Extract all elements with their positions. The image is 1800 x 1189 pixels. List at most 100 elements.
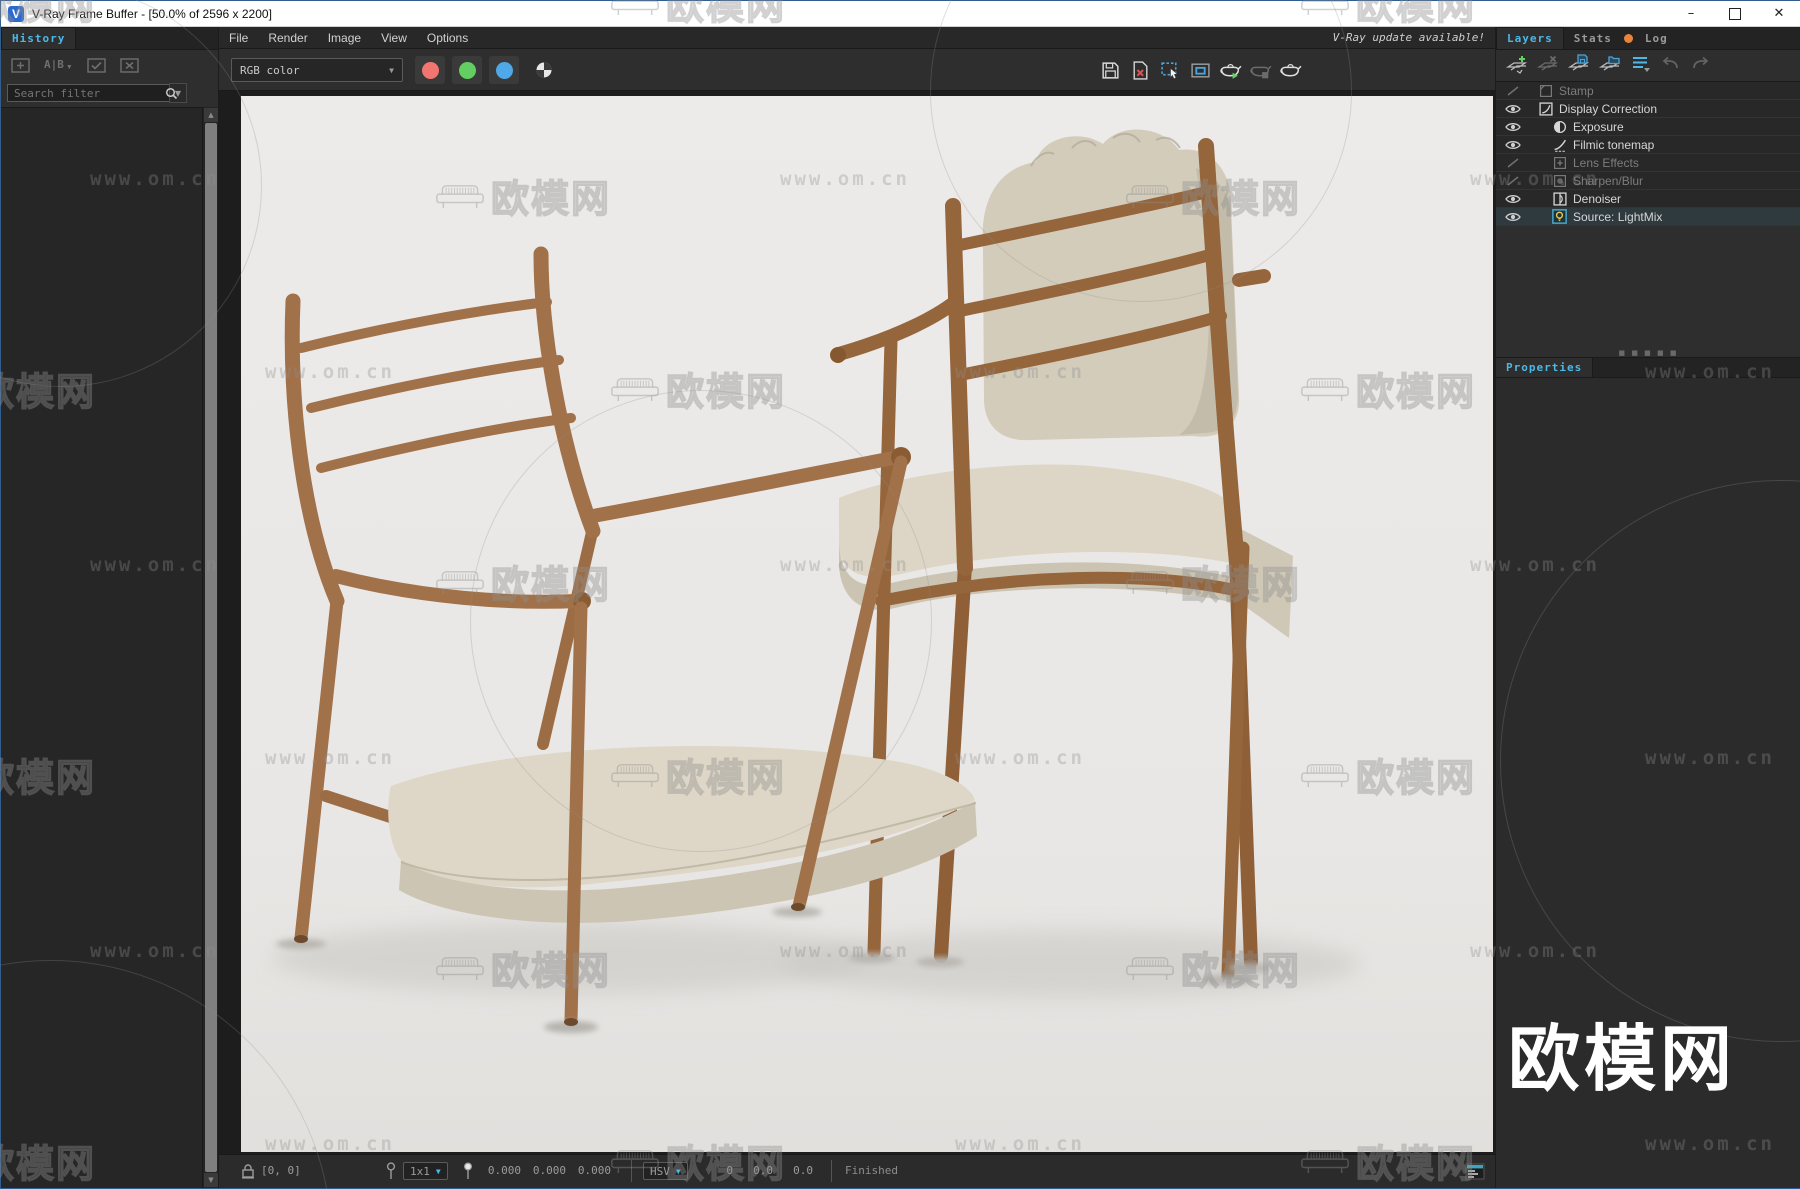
tab-log[interactable]: Log	[1635, 27, 1678, 49]
blue-channel-icon	[495, 61, 513, 79]
mono-channel-button[interactable]	[529, 56, 559, 84]
undo-icon[interactable]	[1661, 55, 1681, 73]
layer-row-lens-effects[interactable]: Lens Effects	[1496, 154, 1800, 172]
history-list[interactable]	[1, 107, 202, 1188]
visibility-eye-icon[interactable]	[1502, 211, 1524, 223]
history-save-button[interactable]	[11, 56, 30, 73]
tab-layers[interactable]: Layers	[1496, 27, 1564, 49]
blue-channel-button[interactable]	[489, 56, 519, 84]
layer-label: Lens Effects	[1573, 155, 1639, 170]
clear-image-button[interactable]	[1127, 57, 1153, 83]
layer-row-display-correction[interactable]: Display Correction	[1496, 100, 1800, 118]
visibility-eye-icon[interactable]	[1502, 193, 1524, 205]
vray-frame-buffer-window: V V-Ray Frame Buffer - [50.0% of 2596 x …	[0, 0, 1800, 1189]
save-image-button[interactable]	[1097, 57, 1123, 83]
color-value-h: 0	[726, 1164, 733, 1177]
scroll-up-button[interactable]: ▲	[204, 108, 218, 122]
history-set-a-button[interactable]	[87, 56, 106, 73]
pixel-value-g: 0.000	[532, 1164, 566, 1177]
layer-label: Denoiser	[1573, 191, 1622, 206]
maximize-button[interactable]	[1713, 1, 1757, 26]
stop-render-button[interactable]	[1277, 57, 1303, 83]
layer-presets-button[interactable]	[1630, 54, 1652, 74]
render-last-button[interactable]	[1217, 57, 1243, 83]
layer-row-filmic-tonemap[interactable]: Filmic tonemap	[1496, 136, 1800, 154]
visibility-disabled-icon[interactable]	[1502, 157, 1524, 169]
menu-item-render[interactable]: Render	[258, 31, 317, 45]
stamp-icon	[1538, 83, 1553, 98]
chevron-down-icon: ▼	[389, 65, 394, 75]
layer-label: Sharpen/Blur	[1573, 173, 1644, 188]
visibility-disabled-icon[interactable]	[1502, 85, 1524, 97]
panel-splitter[interactable]: ■ ■ ■ ■ ■	[1496, 349, 1800, 357]
menu-items: File Render Image View Options	[219, 31, 478, 45]
redo-icon[interactable]	[1690, 55, 1710, 73]
filmic-tonemap-icon	[1552, 137, 1567, 152]
scrollbar-thumb[interactable]	[205, 123, 217, 1172]
visibility-eye-icon[interactable]	[1502, 103, 1524, 115]
menubar: File Render Image View Options V-Ray update …	[219, 27, 1495, 49]
region-render-button[interactable]	[1187, 57, 1213, 83]
lens-effects-icon	[1552, 155, 1567, 170]
add-layer-button[interactable]	[1506, 54, 1528, 74]
history-compare-ab-button[interactable]: A|B ▼	[44, 58, 73, 71]
history-scrollbar[interactable]: ▲ ▼	[202, 107, 218, 1188]
delete-layer-button[interactable]	[1537, 54, 1559, 74]
close-button[interactable]: ✕	[1757, 1, 1800, 26]
green-channel-button[interactable]	[452, 56, 482, 84]
menu-item-image[interactable]: Image	[318, 31, 371, 45]
render-image[interactable]	[241, 96, 1493, 1152]
denoiser-icon	[1552, 191, 1567, 206]
tab-properties[interactable]: Properties	[1496, 358, 1594, 377]
statusbar-separator	[831, 1160, 832, 1182]
update-notice-link[interactable]: V-Ray update available!	[1333, 31, 1495, 44]
layers-tabrow: Layers Stats Log	[1496, 27, 1800, 50]
pixel-value-r: 0.000	[487, 1164, 521, 1177]
layers-toolbar	[1496, 49, 1800, 79]
red-channel-icon	[421, 61, 439, 79]
visibility-eye-icon[interactable]	[1502, 139, 1524, 151]
layer-row-exposure[interactable]: Exposure	[1496, 118, 1800, 136]
properties-header: Properties	[1496, 357, 1800, 378]
visibility-eye-icon[interactable]	[1502, 121, 1524, 133]
interactive-render-button[interactable]	[1247, 57, 1273, 83]
main-toolbar: RGB color ▼	[219, 49, 1495, 91]
pixel-value-b: 0.000	[577, 1164, 611, 1177]
layer-row-stamp[interactable]: Stamp	[1496, 82, 1800, 100]
history-toolbar: A|B ▼	[1, 49, 218, 79]
red-channel-button[interactable]	[415, 56, 445, 84]
chevron-down-icon: ▼	[65, 63, 73, 71]
menu-item-view[interactable]: View	[371, 31, 417, 45]
lightmix-icon	[1552, 209, 1567, 224]
window-title: V-Ray Frame Buffer - [50.0% of 2596 x 22…	[32, 6, 272, 21]
follow-mouse-button[interactable]	[1157, 57, 1183, 83]
color-value-v: 0.0	[793, 1164, 813, 1177]
minimize-button[interactable]: –	[1669, 1, 1713, 26]
layer-label: Source: LightMix	[1573, 209, 1663, 224]
layer-row-sharpen-blur[interactable]: Sharpen/Blur	[1496, 172, 1800, 190]
menu-item-options[interactable]: Options	[417, 31, 478, 45]
vray-logo-icon: V	[8, 5, 24, 22]
search-row: ▼	[7, 83, 187, 103]
pixel-ratio-dropdown[interactable]: 1x1 ▼	[403, 1162, 448, 1180]
layer-row-denoiser[interactable]: Denoiser	[1496, 190, 1800, 208]
pin-icon[interactable]	[463, 1162, 473, 1180]
tab-stats[interactable]: Stats	[1564, 27, 1622, 49]
load-layer-tree-button[interactable]	[1599, 54, 1621, 74]
menu-item-file[interactable]: File	[219, 31, 258, 45]
color-mode-dropdown[interactable]: HSV ▼	[643, 1162, 688, 1180]
color-value-s: 0.0	[753, 1164, 773, 1177]
log-notification-dot	[1623, 33, 1633, 43]
scroll-down-button[interactable]: ▼	[204, 1173, 218, 1187]
visibility-disabled-icon[interactable]	[1502, 175, 1524, 187]
search-filter-input[interactable]	[7, 84, 183, 102]
pixel-lock-icon[interactable]	[241, 1163, 255, 1179]
layer-row-lightmix[interactable]: Source: LightMix	[1496, 208, 1800, 226]
save-layer-tree-button[interactable]	[1568, 54, 1590, 74]
channel-select-dropdown[interactable]: RGB color ▼	[231, 58, 403, 82]
pin-icon[interactable]	[386, 1162, 396, 1180]
main-area: File Render Image View Options V-Ray update …	[219, 27, 1495, 1188]
history-remove-button[interactable]	[120, 56, 139, 73]
stamp-editor-button[interactable]	[1465, 1163, 1485, 1180]
tab-history[interactable]: History	[1, 27, 77, 49]
